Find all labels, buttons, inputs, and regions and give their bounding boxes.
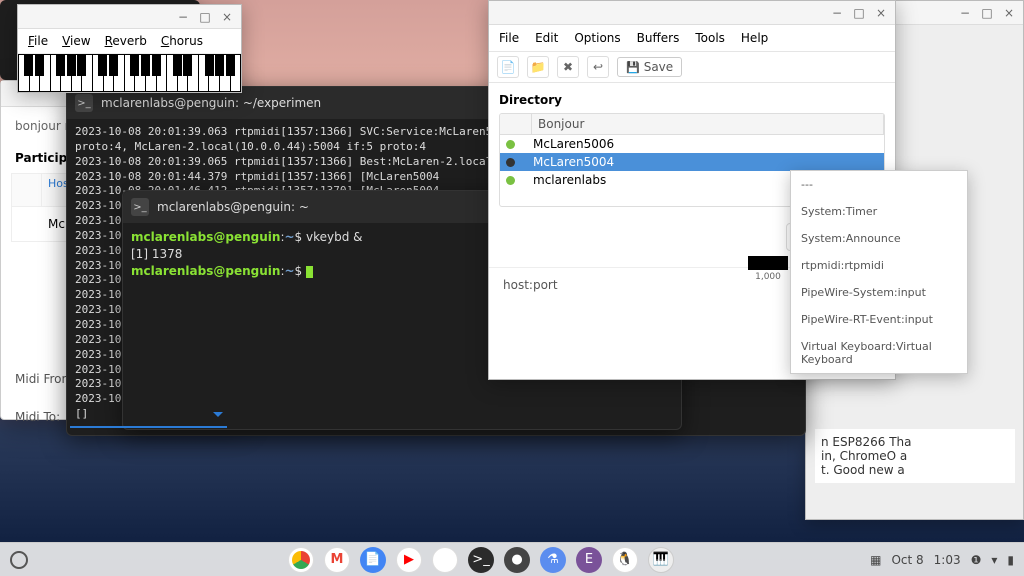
tray-app-icon[interactable]: ▦	[870, 553, 881, 567]
dropdown-option[interactable]: Virtual Keyboard:Virtual Keyboard	[791, 333, 967, 373]
directory-entry-name: mclarenlabs	[533, 173, 606, 187]
dropdown-option[interactable]: System:Announce	[791, 225, 967, 252]
black-key[interactable]	[130, 54, 139, 76]
docs-icon[interactable]: 📄	[360, 547, 386, 573]
directory-row[interactable]: McLaren5004	[500, 153, 884, 171]
toolbar-btn-2[interactable]: 📁	[527, 56, 549, 78]
status-dot-icon	[506, 176, 515, 185]
youtube-icon[interactable]: ▶	[396, 547, 422, 573]
dropdown-option[interactable]: rtpmidi:rtpmidi	[791, 252, 967, 279]
toolbar-btn-3[interactable]: ✖	[557, 56, 579, 78]
dropdown-option[interactable]: PipeWire-System:input	[791, 279, 967, 306]
menu-edit[interactable]: Edit	[535, 31, 558, 45]
black-key[interactable]	[67, 54, 76, 76]
minimize-icon[interactable]: −	[827, 4, 847, 22]
black-key[interactable]	[141, 54, 150, 76]
menu-help[interactable]: Help	[741, 31, 768, 45]
directory-entry-name: McLaren5004	[533, 155, 614, 169]
toolbar: 📄 📁 ✖ ↩ 💾 Save	[489, 52, 895, 83]
minimize-icon[interactable]: −	[955, 4, 975, 22]
menu-chorus[interactable]: Chorus	[161, 34, 203, 48]
maximize-icon[interactable]: □	[195, 8, 215, 26]
dropdown-option[interactable]: PipeWire-RT-Event:input	[791, 306, 967, 333]
cursor	[306, 266, 313, 278]
launcher-icon[interactable]	[10, 551, 28, 569]
minimize-icon[interactable]: −	[173, 8, 193, 26]
time: 1:03	[934, 553, 961, 567]
vkeybd-menubar: File View Reverb Chorus	[18, 29, 241, 54]
notification-icon[interactable]: ❶	[971, 553, 982, 567]
menu-tools[interactable]: Tools	[695, 31, 725, 45]
gmail-icon[interactable]: M	[324, 547, 350, 573]
menu-view[interactable]: View	[62, 34, 90, 48]
menu-options[interactable]: Options	[574, 31, 620, 45]
toolbar-btn-1[interactable]: 📄	[497, 56, 519, 78]
piano-app-icon[interactable]: 🎹	[648, 547, 674, 573]
black-key[interactable]	[205, 54, 214, 76]
app-icon-7[interactable]: ●	[504, 547, 530, 573]
document-text: n ESP8266 Tha in, ChromeO a t. Good new …	[815, 429, 1015, 483]
app-icon-8[interactable]: ⚗	[540, 547, 566, 573]
terminal-icon: >_	[75, 94, 93, 112]
black-key[interactable]	[152, 54, 161, 76]
battery-icon[interactable]: ▮	[1007, 553, 1014, 567]
black-key[interactable]	[183, 54, 192, 76]
app-icon-10[interactable]: 🐧	[612, 547, 638, 573]
directory-entry-name: McLaren5006	[533, 137, 614, 151]
status-dot-icon	[506, 140, 515, 149]
menu-buffers[interactable]: Buffers	[637, 31, 680, 45]
app-menubar: File Edit Options Buffers Tools Help	[489, 25, 895, 52]
hostport-label: host:port	[503, 278, 558, 292]
chrome-icon[interactable]	[288, 547, 314, 573]
system-tray[interactable]: ▦ Oct 8 1:03 ❶ ▾ ▮	[870, 553, 1014, 567]
midi-to-label: Midi To:	[15, 410, 60, 424]
black-key[interactable]	[173, 54, 182, 76]
black-key[interactable]	[56, 54, 65, 76]
black-key[interactable]	[226, 54, 235, 76]
dropdown-option[interactable]: System:Timer	[791, 198, 967, 225]
directory-label: Directory	[489, 83, 895, 113]
piano-keyboard[interactable]	[18, 54, 241, 92]
maximize-icon[interactable]: □	[977, 4, 997, 22]
toolbar-btn-4[interactable]: ↩	[587, 56, 609, 78]
midi-dropdown-menu[interactable]: ---System:TimerSystem:Announcertpmidi:rt…	[790, 170, 968, 374]
menu-file[interactable]: File	[499, 31, 519, 45]
midi-to-select[interactable]	[70, 406, 227, 428]
save-button[interactable]: 💾 Save	[617, 57, 682, 77]
menu-reverb[interactable]: Reverb	[105, 34, 147, 48]
close-icon[interactable]: ×	[217, 8, 237, 26]
black-key[interactable]	[98, 54, 107, 76]
black-key[interactable]	[109, 54, 118, 76]
menu-file[interactable]: File	[28, 34, 48, 48]
dropdown-option[interactable]: ---	[791, 171, 967, 198]
terminal-tab[interactable]: mclarenlabs@penguin: ~/experimen	[101, 96, 321, 110]
vkeybd-window[interactable]: − □ × File View Reverb Chorus	[17, 4, 242, 93]
status-dot-icon	[506, 158, 515, 167]
histogram-fragment: 1,000	[748, 256, 788, 282]
play-store-icon[interactable]: ▶	[432, 547, 458, 573]
terminal-icon: >_	[131, 198, 149, 216]
directory-row[interactable]: McLaren5006	[500, 135, 884, 153]
close-icon[interactable]: ×	[999, 4, 1019, 22]
bonjour-column[interactable]: Bonjour	[532, 114, 884, 134]
wifi-icon[interactable]: ▾	[991, 553, 997, 567]
terminal-tab[interactable]: mclarenlabs@penguin: ~	[157, 200, 309, 214]
maximize-icon[interactable]: □	[849, 4, 869, 22]
shelf: M 📄 ▶ ▶ >_ ● ⚗ E 🐧 🎹 ▦ Oct 8 1:03 ❶ ▾ ▮	[0, 542, 1024, 576]
date: Oct 8	[891, 553, 923, 567]
black-key[interactable]	[215, 54, 224, 76]
black-key[interactable]	[77, 54, 86, 76]
black-key[interactable]	[35, 54, 44, 76]
close-icon[interactable]: ×	[871, 4, 891, 22]
terminal-icon[interactable]: >_	[468, 547, 494, 573]
emacs-icon[interactable]: E	[576, 547, 602, 573]
black-key[interactable]	[24, 54, 33, 76]
